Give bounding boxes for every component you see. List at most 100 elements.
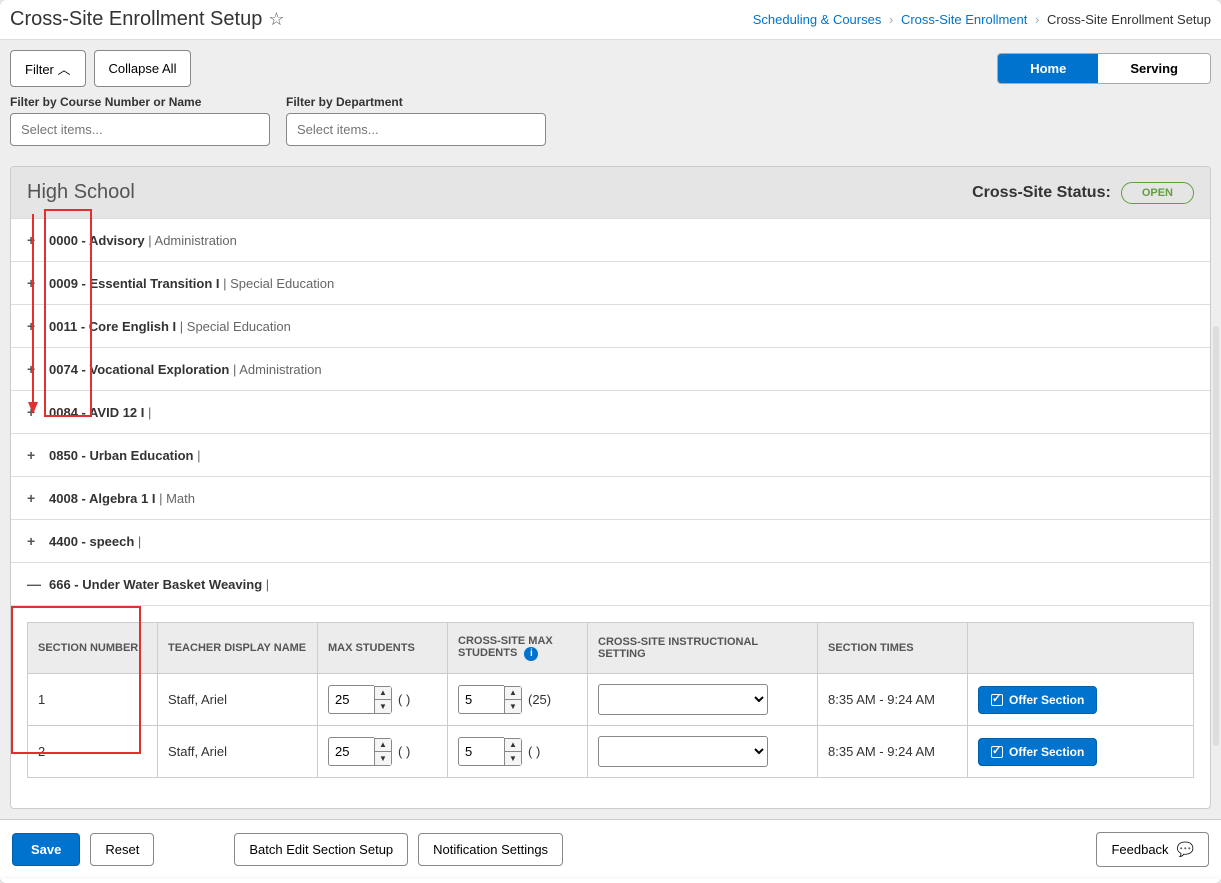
offer-label: Offer Section (1009, 693, 1084, 707)
course-name: Essential Transition I (89, 276, 219, 291)
course-dept: | (144, 405, 151, 420)
chevron-right-icon: › (1035, 12, 1039, 27)
course-code: 0074 - (49, 362, 89, 377)
chat-icon: 💬 (1177, 841, 1194, 858)
course-row[interactable]: +0074 - Vocational Exploration | Adminis… (11, 347, 1210, 390)
save-button[interactable]: Save (12, 833, 80, 866)
expand-icon[interactable]: + (27, 533, 41, 549)
course-row[interactable]: +0850 - Urban Education | (11, 433, 1210, 476)
col-times: SECTION TIMES (818, 623, 968, 674)
cs-max-input[interactable] (458, 737, 504, 766)
max-students-input[interactable] (328, 685, 374, 714)
course-name: Algebra 1 I (89, 491, 155, 506)
course-code: 0084 - (49, 405, 89, 420)
max-students-stepper[interactable]: ▲▼ (328, 685, 392, 714)
filter-course-label: Filter by Course Number or Name (10, 95, 270, 109)
cs-max-stepper[interactable]: ▲▼ (458, 737, 522, 766)
course-code: 0850 - (49, 448, 89, 463)
feedback-button[interactable]: Feedback 💬 (1096, 832, 1209, 867)
toggle-serving[interactable]: Serving (1098, 54, 1210, 83)
chevron-right-icon: › (889, 12, 893, 27)
breadcrumb-link-1[interactable]: Scheduling & Courses (753, 12, 882, 27)
collapse-icon[interactable]: — (27, 576, 41, 592)
course-name: Core English I (89, 319, 176, 334)
stepper-up-icon[interactable]: ▲ (375, 739, 391, 752)
filter-button-label: Filter (25, 62, 54, 77)
course-row[interactable]: +0009 - Essential Transition I | Special… (11, 261, 1210, 304)
course-dept: | Special Education (176, 319, 291, 334)
offer-section-button[interactable]: Offer Section (978, 738, 1097, 766)
cs-max-input[interactable] (458, 685, 504, 714)
breadcrumb: Scheduling & Courses › Cross-Site Enroll… (753, 12, 1211, 27)
course-name: Advisory (89, 233, 145, 248)
max-paren: ( ) (398, 744, 410, 759)
offer-section-button[interactable]: Offer Section (978, 686, 1097, 714)
stepper-down-icon[interactable]: ▼ (505, 752, 521, 765)
cell-section-number: 1 (28, 674, 158, 726)
course-name: Urban Education (89, 448, 193, 463)
course-row[interactable]: +0084 - AVID 12 I | (11, 390, 1210, 433)
breadcrumb-link-2[interactable]: Cross-Site Enrollment (901, 12, 1027, 27)
max-students-input[interactable] (328, 737, 374, 766)
stepper-down-icon[interactable]: ▼ (375, 752, 391, 765)
course-code: 0011 - (49, 319, 89, 334)
check-icon (991, 746, 1003, 758)
col-csmax: CROSS-SITE MAX STUDENTS i (448, 623, 588, 674)
notification-settings-button[interactable]: Notification Settings (418, 833, 563, 866)
course-dept: | (262, 577, 269, 592)
cs-paren: (25) (528, 692, 551, 707)
course-row[interactable]: —666 - Under Water Basket Weaving | (11, 562, 1210, 605)
stepper-up-icon[interactable]: ▲ (505, 687, 521, 700)
school-name: High School (27, 181, 135, 204)
course-row[interactable]: +0000 - Advisory | Administration (11, 218, 1210, 261)
table-row: 2Staff, Ariel▲▼( )▲▼( )8:35 AM - 9:24 AM… (28, 726, 1194, 778)
col-max: MAX STUDENTS (318, 623, 448, 674)
stepper-up-icon[interactable]: ▲ (505, 739, 521, 752)
course-code: 4400 - (49, 534, 89, 549)
toggle-home-serving: Home Serving (997, 53, 1211, 84)
stepper-down-icon[interactable]: ▼ (375, 700, 391, 713)
course-dept: | Administration (145, 233, 237, 248)
course-row[interactable]: +4008 - Algebra 1 I | Math (11, 476, 1210, 519)
feedback-label: Feedback (1111, 842, 1168, 857)
toggle-home[interactable]: Home (998, 54, 1098, 83)
filter-dept-input[interactable] (286, 113, 546, 146)
batch-edit-button[interactable]: Batch Edit Section Setup (234, 833, 408, 866)
instructional-setting-select[interactable] (598, 736, 768, 767)
col-teacher: TEACHER DISPLAY NAME (158, 623, 318, 674)
scrollbar-track[interactable] (1213, 326, 1219, 746)
info-icon[interactable]: i (524, 647, 538, 661)
stepper-down-icon[interactable]: ▼ (505, 700, 521, 713)
filter-dept-label: Filter by Department (286, 95, 546, 109)
filter-button[interactable]: Filter ︿ (10, 50, 86, 87)
cell-teacher: Staff, Ariel (158, 674, 318, 726)
favorite-star-icon[interactable]: ☆ (268, 9, 284, 30)
expand-icon[interactable]: + (27, 447, 41, 463)
page-title: Cross-Site Enrollment Setup (10, 8, 262, 31)
course-code: 0000 - (49, 233, 89, 248)
course-dept: | Math (155, 491, 195, 506)
course-code: 666 - (49, 577, 82, 592)
cell-teacher: Staff, Ariel (158, 726, 318, 778)
course-name: AVID 12 I (89, 405, 144, 420)
filter-course-input[interactable] (10, 113, 270, 146)
cell-times: 8:35 AM - 9:24 AM (818, 726, 968, 778)
course-row[interactable]: +0011 - Core English I | Special Educati… (11, 304, 1210, 347)
offer-label: Offer Section (1009, 745, 1084, 759)
cs-max-stepper[interactable]: ▲▼ (458, 685, 522, 714)
reset-button[interactable]: Reset (90, 833, 154, 866)
expand-icon[interactable]: + (27, 490, 41, 506)
col-section-number: SECTION NUMBER (28, 623, 158, 674)
col-instr: CROSS-SITE INSTRUCTIONAL SETTING (588, 623, 818, 674)
cell-section-number: 2 (28, 726, 158, 778)
course-row[interactable]: +4400 - speech | (11, 519, 1210, 562)
status-label: Cross-Site Status: (972, 184, 1111, 202)
instructional-setting-select[interactable] (598, 684, 768, 715)
course-dept: | Administration (229, 362, 321, 377)
status-badge: OPEN (1121, 182, 1194, 204)
max-paren: ( ) (398, 692, 410, 707)
breadcrumb-current: Cross-Site Enrollment Setup (1047, 12, 1211, 27)
stepper-up-icon[interactable]: ▲ (375, 687, 391, 700)
collapse-all-button[interactable]: Collapse All (94, 50, 192, 87)
max-students-stepper[interactable]: ▲▼ (328, 737, 392, 766)
